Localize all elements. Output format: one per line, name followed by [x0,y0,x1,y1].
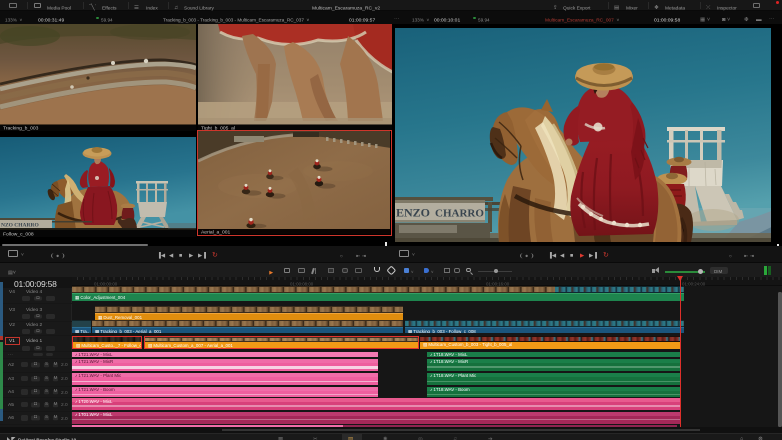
svg-text:NZO CHARRO: NZO CHARRO [1,223,39,229]
svg-text:ENZO: ENZO [396,206,430,220]
svg-text:CHARRO: CHARRO [435,208,484,220]
